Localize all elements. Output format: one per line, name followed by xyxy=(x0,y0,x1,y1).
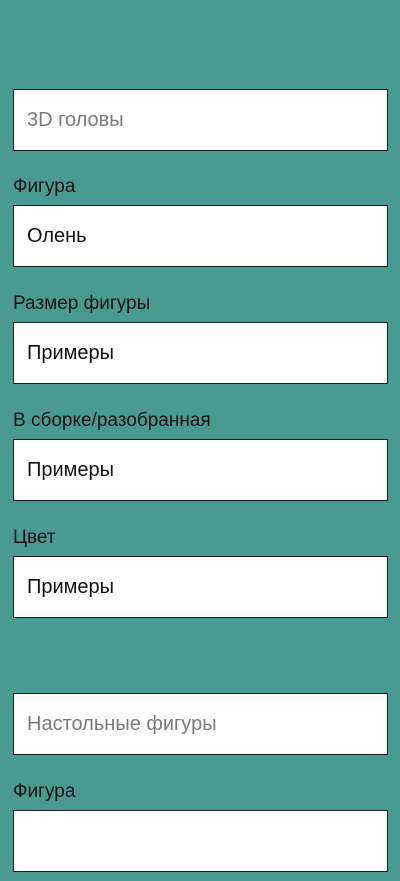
color-label: Цвет xyxy=(13,527,56,548)
category-select-3d-heads[interactable]: 3D головы xyxy=(13,89,388,151)
color-value: Примеры xyxy=(27,575,115,598)
assembly-select[interactable]: Примеры xyxy=(13,439,388,501)
category-placeholder: Настольные фигуры xyxy=(27,712,217,735)
figure-size-value: Примеры xyxy=(27,341,115,364)
figure-select-2[interactable] xyxy=(13,810,388,872)
figure-value: Олень xyxy=(27,224,87,247)
category-select-tabletop-figures[interactable]: Настольные фигуры xyxy=(13,693,388,755)
figure-select[interactable]: Олень xyxy=(13,205,388,267)
figure-label-2: Фигура xyxy=(13,781,76,802)
assembly-value: Примеры xyxy=(27,458,115,481)
figure-size-label: Размер фигуры xyxy=(13,293,151,314)
figure-label: Фигура xyxy=(13,176,76,197)
assembly-label: В сборке/разобранная xyxy=(13,410,211,431)
category-placeholder: 3D головы xyxy=(27,108,124,131)
color-select[interactable]: Примеры xyxy=(13,556,388,618)
figure-size-select[interactable]: Примеры xyxy=(13,322,388,384)
